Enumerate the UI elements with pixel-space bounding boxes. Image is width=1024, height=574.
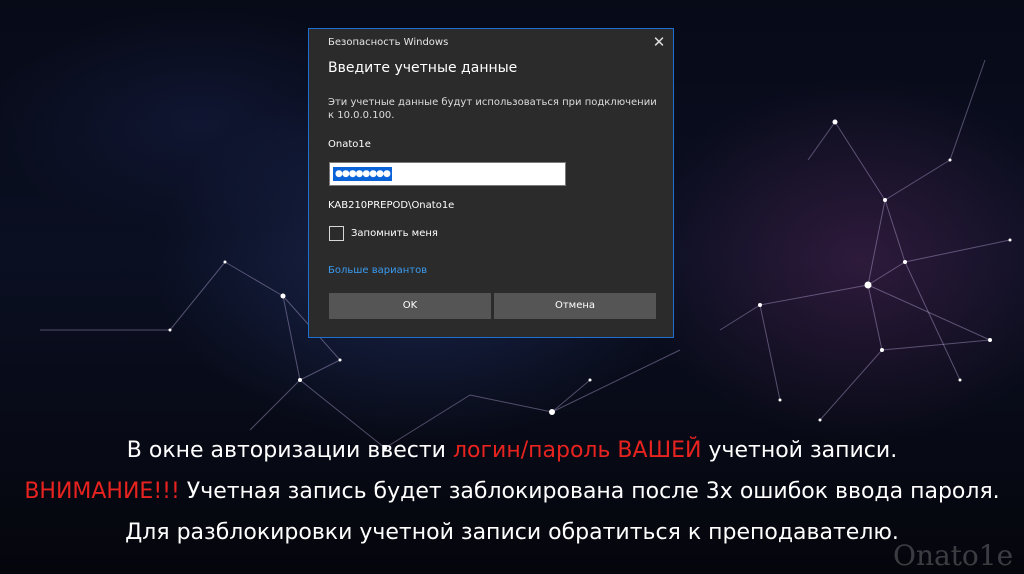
credentials-dialog: Безопасность Windows ✕ Введите учетные д… bbox=[308, 28, 674, 338]
caption-line-1-start: В окне авторизации ввести bbox=[126, 438, 453, 463]
ok-button[interactable]: OK bbox=[329, 293, 491, 319]
caption-line-1: В окне авторизации ввести логин/пароль В… bbox=[0, 438, 1024, 463]
caption-line-1-end: учетной записи. bbox=[701, 438, 898, 463]
caption-line-2: ВНИМАНИЕ!!! Учетная запись будет заблоки… bbox=[0, 479, 1024, 504]
caption-warning: ВНИМАНИЕ!!! bbox=[24, 479, 180, 504]
close-icon[interactable]: ✕ bbox=[649, 32, 669, 52]
dialog-heading: Введите учетные данные bbox=[328, 60, 518, 76]
dialog-window-title: Безопасность Windows bbox=[328, 37, 449, 48]
password-masked-selection: ●●●●●●●● bbox=[333, 167, 392, 181]
dialog-description: Эти учетные данные будут использоваться … bbox=[328, 97, 657, 121]
remember-me-label[interactable]: Запомнить меня bbox=[351, 228, 438, 239]
more-options-link[interactable]: Больше вариантов bbox=[328, 265, 427, 276]
domain-user-label: KAB210PREPOD\Onato1e bbox=[328, 200, 455, 211]
cancel-button[interactable]: Отмена bbox=[494, 293, 656, 319]
password-field[interactable]: ●●●●●●●● bbox=[329, 162, 566, 186]
remember-me-checkbox[interactable] bbox=[329, 226, 344, 241]
caption-line-1-highlight: логин/пароль ВАШЕЙ bbox=[452, 438, 702, 463]
username-label: Onato1e bbox=[328, 139, 371, 150]
caption-line-3: Для разблокировки учетной записи обратит… bbox=[125, 520, 899, 545]
watermark: Onato1e bbox=[893, 539, 1014, 572]
caption-line-2-text: Учетная запись будет заблокирована после… bbox=[179, 479, 1000, 504]
